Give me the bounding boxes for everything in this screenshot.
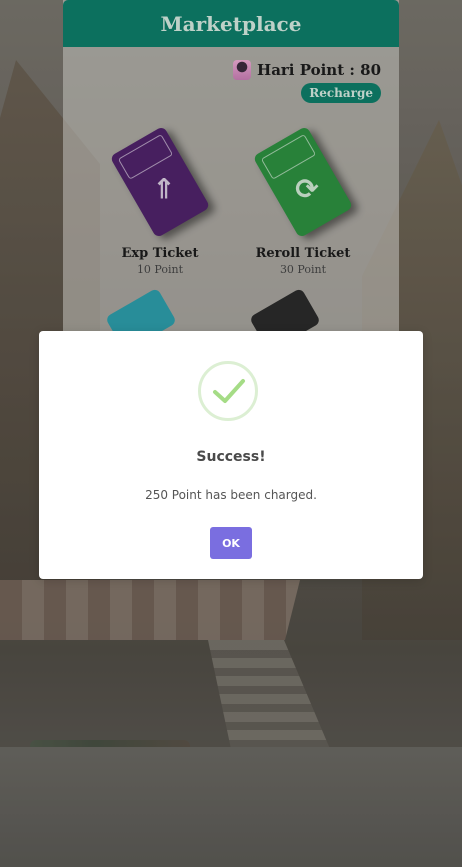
- checkmark-icon: [213, 379, 245, 403]
- ok-button[interactable]: OK: [210, 527, 252, 559]
- dialog-title: Success!: [196, 449, 266, 465]
- success-check-icon: [198, 361, 258, 421]
- dialog-message: 250 Point has been charged.: [145, 488, 317, 502]
- success-dialog: Success! 250 Point has been charged. OK: [39, 331, 423, 579]
